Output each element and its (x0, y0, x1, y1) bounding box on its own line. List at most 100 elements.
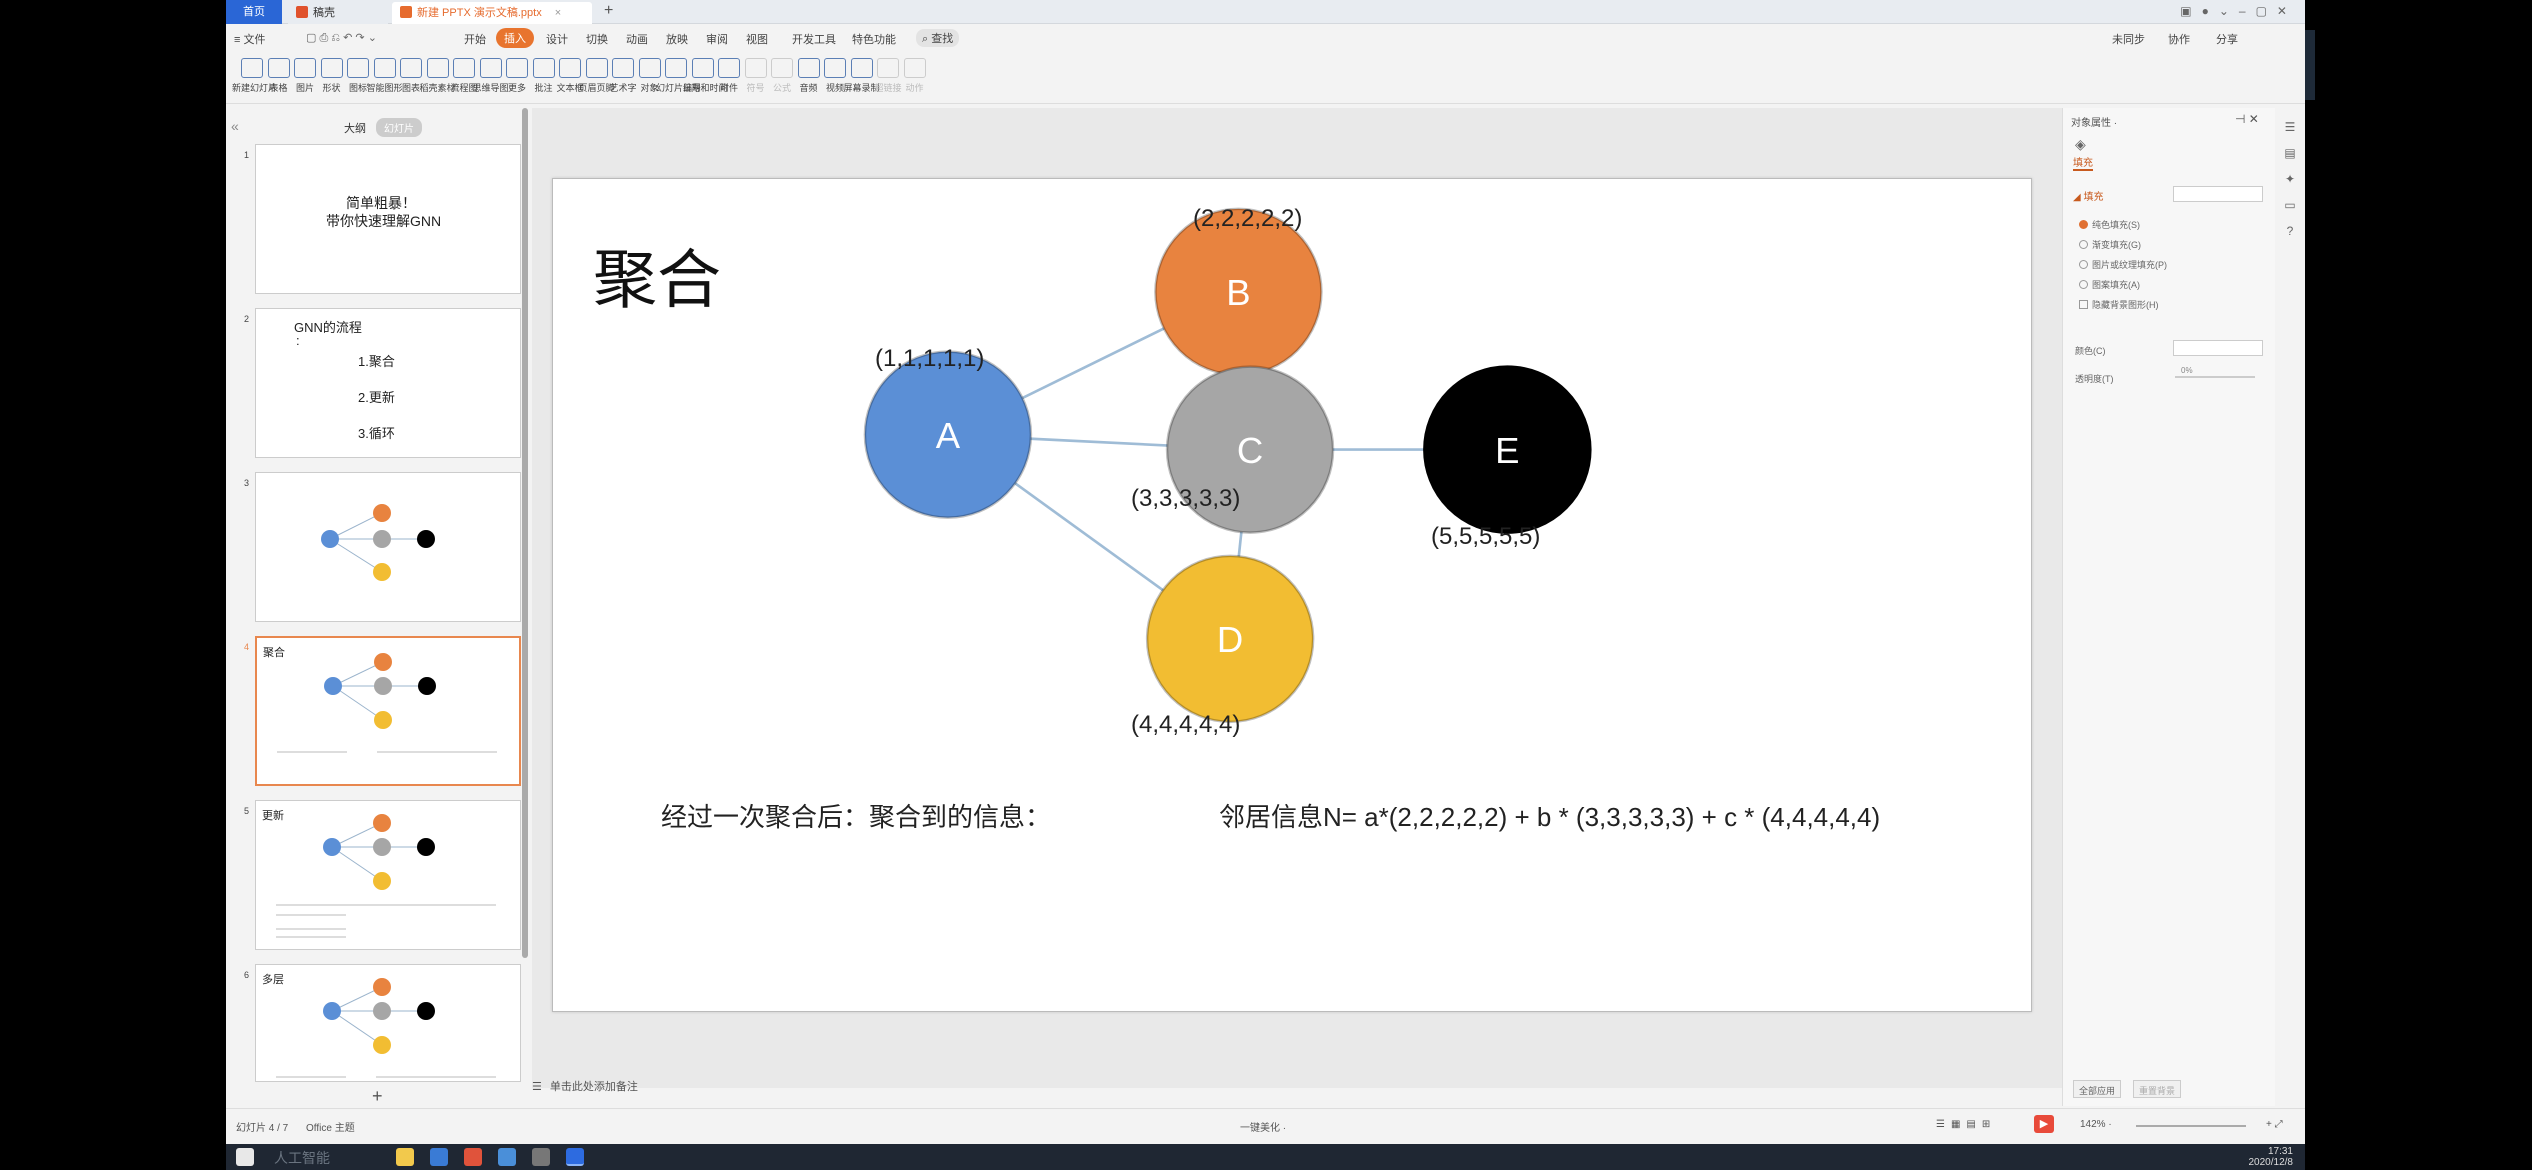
file-explorer-icon[interactable] (396, 1148, 414, 1166)
reset-background-button[interactable]: 重置背景 (2133, 1080, 2182, 1098)
layers-icon[interactable]: ▤ (2275, 146, 2305, 160)
wps-taskbar-icon[interactable] (566, 1148, 584, 1166)
menu-start[interactable]: 开始 (464, 31, 486, 47)
slide-thumb-1[interactable]: 简单粗暴！ 带你快速理解GNN (255, 144, 521, 294)
notes-area[interactable]: ☰ 单击此处添加备注 (532, 1078, 638, 1094)
option-hide-background[interactable]: 隐藏背景图形(H) (2079, 298, 2159, 311)
properties-icon[interactable]: ☰ (2275, 120, 2305, 134)
collaborate-button[interactable]: 协作 (2168, 31, 2190, 47)
insert-ribbon: 新建幻灯片 表格 图片 形状 图标 智能图形 图表 稻壳素材 流程图 思维导图 更多 批注 文本框 页眉页… (226, 52, 2305, 104)
tab-slides[interactable]: 幻灯片 (376, 118, 422, 137)
search-icon: ⌕ (922, 33, 929, 45)
help-icon[interactable]: ? (2275, 224, 2305, 238)
slide-number: 2 (244, 314, 250, 324)
menu-review[interactable]: 审阅 (706, 31, 728, 47)
camera-icon[interactable] (532, 1148, 550, 1166)
slide-thumbnail-pane: « 大纲 幻灯片 1 简单粗暴！ 带你快速理解GNN 2 GNN的流程 : 1.… (226, 108, 526, 1108)
sync-status[interactable]: 未同步 (2112, 31, 2145, 47)
notes-icon: ☰ (532, 1081, 542, 1093)
quick-access-icons[interactable]: ▢ ⎙ ⎌ ↶ ↷ ⌄ (306, 31, 377, 45)
vector-label-d: (4,4,4,4,4) (1131, 711, 1241, 738)
beautify-button[interactable]: 一键美化 · (1240, 1119, 1286, 1134)
thumb6-graph (276, 978, 496, 1078)
menu-slideshow[interactable]: 放映 (666, 31, 688, 47)
menu-insert[interactable]: 插入 (496, 28, 534, 48)
menu-developer[interactable]: 开发工具 (792, 31, 836, 47)
radio-solid[interactable] (2079, 220, 2088, 229)
transparency-slider[interactable] (2175, 376, 2255, 378)
slide-thumb-4[interactable]: 聚合 (255, 636, 521, 786)
tab-fill[interactable]: 填充 (2073, 154, 2093, 171)
menu-design[interactable]: 设计 (546, 31, 568, 47)
slide-thumb-6[interactable]: 多层 (255, 964, 521, 1082)
mail-icon[interactable] (498, 1148, 516, 1166)
radio-picture[interactable] (2079, 260, 2088, 269)
menu-animation[interactable]: 动画 (626, 31, 648, 47)
tab-outline[interactable]: 大纲 (344, 120, 366, 136)
option-gradient-fill[interactable]: 渐变填充(G) (2079, 238, 2141, 251)
node-label-a: A (936, 415, 961, 456)
notes-placeholder: 单击此处添加备注 (549, 1081, 638, 1093)
collapse-pane-icon[interactable]: « (231, 118, 239, 134)
zoom-level[interactable]: 142% · (2080, 1119, 2112, 1130)
window-controls[interactable]: ▣●⌄–▢✕ (2180, 4, 2297, 18)
checkbox-hide-bg[interactable] (2079, 300, 2088, 309)
current-slide[interactable]: A B C D E 聚合 (1,1,1,1,1) (2,2,2,2,2) (3,3,3,… (552, 178, 2032, 1012)
slide-thumb-5[interactable]: 更新 (255, 800, 521, 950)
thumb1-line1: 简单粗暴！ (346, 195, 416, 211)
radio-pattern[interactable] (2079, 280, 2088, 289)
fill-section-header[interactable]: ◢ 填充 (2073, 188, 2103, 203)
fit-window-icon[interactable]: + ⤢ (2266, 1119, 2283, 1130)
thumb2-line5: 3.循环 (358, 426, 395, 441)
share-button[interactable]: 分享 (2216, 31, 2238, 47)
thumbnail-scrollbar[interactable] (522, 108, 528, 958)
opt-picture-label: 图片或纹理填充(P) (2092, 260, 2167, 270)
slide-thumb-3[interactable] (255, 472, 521, 622)
fill-preset-select[interactable] (2173, 186, 2263, 202)
tab-document[interactable]: 新建 PPTX 演示文稿.pptx × (392, 2, 592, 24)
color-select[interactable] (2173, 340, 2263, 356)
windows-taskbar: 人工智能 17:31 2020/12/8 (226, 1144, 2305, 1170)
slide-thumb-2[interactable]: GNN的流程 : 1.聚合 2.更新 3.循环 (255, 308, 521, 458)
add-slide-button[interactable]: + (372, 1086, 383, 1107)
chrome-icon[interactable] (464, 1148, 482, 1166)
play-slideshow-icon[interactable]: ▶ (2034, 1115, 2054, 1133)
ribbon-button-25[interactable]: 动作 (895, 58, 935, 94)
transparency-value: 0% (2181, 366, 2193, 375)
new-tab-button[interactable]: + (604, 2, 613, 20)
color-label: 颜色(C) (2075, 346, 2106, 356)
tab-draft[interactable]: 稿壳 (288, 2, 388, 24)
animation-icon[interactable]: ✦ (2275, 172, 2305, 186)
theme-name: Office 主题 (306, 1123, 355, 1134)
option-pattern-fill[interactable]: 图案填充(A) (2079, 278, 2140, 291)
option-picture-fill[interactable]: 图片或纹理填充(P) (2079, 258, 2167, 271)
thumb2-line1: GNN的流程 (294, 320, 362, 335)
thumb5-title: 更新 (262, 810, 284, 822)
windows-start-icon[interactable] (236, 1148, 254, 1166)
ribbon-button-label: 动作 (905, 83, 924, 93)
menu-features[interactable]: 特色功能 (852, 31, 896, 47)
slide-position: 幻灯片 4 / 7 (236, 1123, 289, 1134)
tab-home[interactable]: 首页 (226, 0, 282, 24)
menu-transition[interactable]: 切换 (586, 31, 608, 47)
close-tab-icon[interactable]: × (555, 7, 561, 19)
vector-label-a: (1,1,1,1,1) (875, 345, 985, 372)
screen-edge (2305, 0, 2532, 1144)
system-clock[interactable]: 17:31 2020/12/8 (2249, 1146, 2294, 1168)
edge-icon[interactable] (430, 1148, 448, 1166)
thumb2-line3: 1.聚合 (358, 354, 395, 369)
option-solid-fill[interactable]: 纯色填充(S) (2079, 218, 2140, 231)
zoom-slider[interactable] (2136, 1125, 2246, 1127)
apply-all-button[interactable]: 全部应用 (2073, 1080, 2122, 1098)
slide-number: 6 (244, 970, 250, 980)
search-box[interactable]: ⌕ 查找 (916, 29, 960, 47)
side-tool-strip: ☰ ▤ ✦ ▭ ? (2275, 108, 2305, 1106)
view-mode-icons[interactable]: ☰▦▤⊞ (1936, 1119, 1996, 1130)
file-menu[interactable]: ≡ 文件 (234, 31, 265, 47)
props-close-icon[interactable]: ⊣ ✕ (2235, 112, 2259, 126)
wps-presentation-window: 首页 稿壳 新建 PPTX 演示文稿.pptx × + ▣●⌄–▢✕ ≡ 文件 … (226, 0, 2305, 1144)
radio-gradient[interactable] (2079, 240, 2088, 249)
menu-view[interactable]: 视图 (746, 31, 768, 47)
opt-pattern-label: 图案填充(A) (2092, 280, 2140, 290)
clipboard-icon[interactable]: ▭ (2275, 198, 2305, 212)
